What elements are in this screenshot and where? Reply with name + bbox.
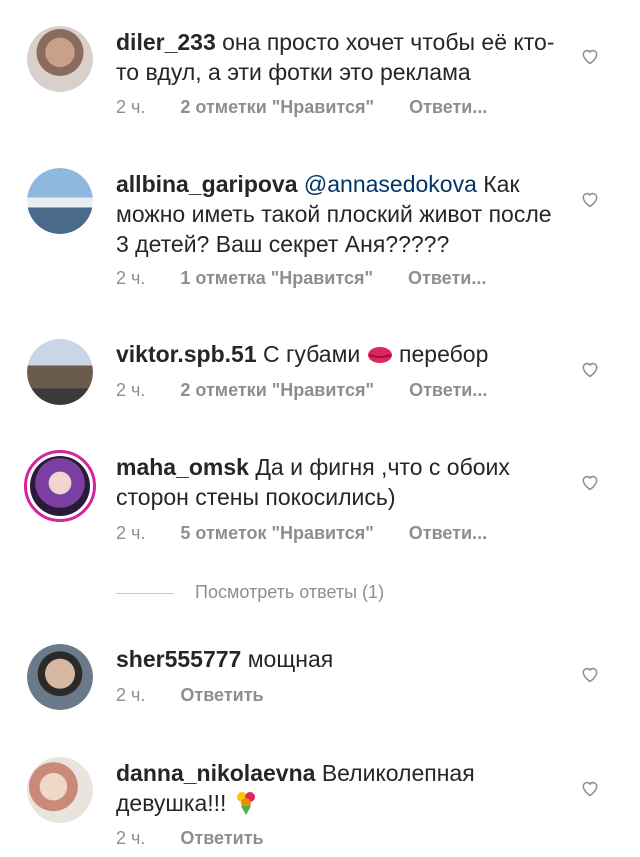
view-replies-label: Посмотреть ответы (1) — [195, 582, 385, 602]
comment-body-end: перебор — [399, 341, 489, 367]
heart-outline-icon[interactable] — [580, 46, 600, 66]
reply-button[interactable]: Ответи... — [409, 97, 487, 117]
comment-meta: 2 ч. 1 отметка "Нравится" Ответи... — [116, 268, 516, 289]
comment-likes[interactable]: 2 отметки "Нравится" — [180, 380, 374, 400]
comment-text: diler_233 она просто хочет чтобы её кто-… — [116, 27, 566, 87]
comment-username[interactable]: maha_omsk — [116, 454, 249, 480]
comment-username[interactable]: diler_233 — [116, 29, 216, 55]
comment-body: мощная — [247, 646, 334, 672]
avatar[interactable] — [27, 26, 93, 92]
lips-icon — [367, 347, 392, 363]
comment-username[interactable]: viktor.spb.51 — [116, 341, 257, 367]
avatar[interactable] — [27, 757, 93, 823]
comment-time: 2 ч. — [116, 523, 146, 543]
comment-meta: 2 ч. 2 отметки "Нравится" Ответи... — [116, 97, 517, 118]
comment-time: 2 ч. — [116, 685, 146, 705]
reply-button[interactable]: Ответи... — [408, 268, 486, 288]
comment-meta: 2 ч. 2 отметки "Нравится" Ответи... — [116, 380, 517, 401]
comment-meta: 2 ч. Ответить — [116, 685, 294, 706]
comment-likes[interactable]: 5 отметок "Нравится" — [180, 523, 373, 543]
heart-outline-icon[interactable] — [580, 664, 600, 684]
reply-button[interactable]: Ответи... — [409, 523, 487, 543]
comment-text: maha_omsk Да и фигня ,что с обоих сторон… — [116, 452, 566, 512]
comment-likes[interactable]: 2 отметки "Нравится" — [180, 97, 374, 117]
reply-button[interactable]: Ответить — [180, 685, 263, 705]
comment-text: sher555777 мощная — [116, 644, 566, 674]
view-replies-button[interactable]: Посмотреть ответы (1) — [116, 582, 384, 603]
heart-outline-icon[interactable] — [580, 778, 600, 798]
comment-time: 2 ч. — [116, 828, 146, 848]
comment-time: 2 ч. — [116, 97, 146, 117]
comment-likes[interactable]: 1 отметка "Нравится" — [180, 268, 373, 288]
reply-button[interactable]: Ответи... — [409, 380, 487, 400]
heart-outline-icon[interactable] — [580, 189, 600, 209]
comment-text: viktor.spb.51 С губами перебор — [116, 339, 566, 369]
comment-meta: 2 ч. Ответить — [116, 828, 294, 849]
view-replies-divider — [116, 592, 174, 594]
comment-meta: 2 ч. 5 отметок "Нравится" Ответи... — [116, 523, 517, 544]
comment-text: allbina_garipova @annasedokova Как можно… — [116, 169, 566, 259]
avatar[interactable] — [27, 339, 93, 405]
comment-username[interactable]: danna_nikolaevna — [116, 760, 315, 786]
comment-body: С губами — [263, 341, 361, 367]
comment-username[interactable]: allbina_garipova — [116, 171, 298, 197]
avatar[interactable] — [27, 168, 93, 234]
bouquet-icon — [236, 792, 255, 815]
comment-time: 2 ч. — [116, 380, 146, 400]
avatar-story-ring[interactable] — [24, 450, 96, 522]
heart-outline-icon[interactable] — [580, 359, 600, 379]
heart-outline-icon[interactable] — [580, 472, 600, 492]
comment-text: danna_nikolaevna Великолепная девушка!!! — [116, 758, 566, 818]
comment-mention[interactable]: @annasedokova — [304, 171, 477, 197]
reply-button[interactable]: Ответить — [180, 828, 263, 848]
comment-username[interactable]: sher555777 — [116, 646, 241, 672]
avatar[interactable] — [27, 644, 93, 710]
comment-time: 2 ч. — [116, 268, 146, 288]
